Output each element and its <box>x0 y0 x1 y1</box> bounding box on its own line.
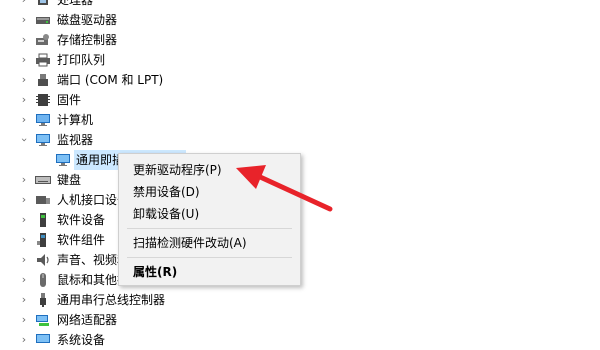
mouse-icon <box>40 273 46 287</box>
printer-icon <box>36 53 50 67</box>
chevron-right-icon[interactable]: › <box>18 34 30 46</box>
context-menu: 更新驱动程序(P) 禁用设备(D) 卸载设备(U) 扫描检测硬件改动(A) 属性… <box>118 153 301 286</box>
tree-item-label: 打印队列 <box>57 53 106 67</box>
usb-icon <box>40 293 46 307</box>
computer-icon <box>36 114 50 126</box>
chevron-right-icon[interactable]: › <box>18 94 30 106</box>
chevron-right-icon[interactable]: › <box>18 114 30 126</box>
chevron-right-icon[interactable]: › <box>18 254 30 266</box>
tree-item-system-devices[interactable]: › 系统设备 <box>0 330 340 350</box>
firmware-icon <box>36 94 50 106</box>
disk-drive-icon <box>36 17 50 24</box>
tree-item-label: 网络适配器 <box>57 313 118 327</box>
menu-item-update-driver[interactable]: 更新驱动程序(P) <box>119 159 300 181</box>
chevron-right-icon[interactable]: › <box>18 274 30 286</box>
network-adapter-icon <box>36 315 49 326</box>
tree-item-storage-controllers[interactable]: › 存储控制器 <box>0 30 340 50</box>
tree-item-ports[interactable]: › 端口 (COM 和 LPT) <box>0 70 340 90</box>
processor-icon <box>38 0 48 5</box>
tree-item-label: 软件组件 <box>57 233 106 247</box>
chevron-right-icon[interactable]: › <box>18 54 30 66</box>
chevron-right-icon[interactable]: › <box>18 214 30 226</box>
menu-item-uninstall-device[interactable]: 卸载设备(U) <box>119 203 300 225</box>
chevron-down-icon[interactable]: › <box>18 134 31 146</box>
tree-item-label: 键盘 <box>57 173 82 187</box>
audio-icon <box>37 254 49 266</box>
menu-item-scan-hardware[interactable]: 扫描检测硬件改动(A) <box>119 232 300 254</box>
chevron-right-icon[interactable]: › <box>18 294 30 306</box>
monitor-icon <box>36 134 50 146</box>
tree-item-label: 端口 (COM 和 LPT) <box>57 73 164 87</box>
tree-item-disk-drives[interactable]: › 磁盘驱动器 <box>0 10 340 30</box>
menu-separator <box>127 228 292 229</box>
software-component-icon <box>37 233 46 247</box>
chevron-right-icon[interactable]: › <box>18 174 30 186</box>
menu-item-label: 属性(R) <box>133 265 178 279</box>
chevron-right-icon[interactable]: › <box>18 314 30 326</box>
tree-item-processor[interactable]: › 处理器 <box>0 0 340 10</box>
chevron-right-icon[interactable]: › <box>18 334 30 346</box>
tree-item-label: 系统设备 <box>57 333 106 347</box>
menu-item-label: 禁用设备(D) <box>133 185 200 199</box>
tree-item-network-adapters[interactable]: › 网络适配器 <box>0 310 340 330</box>
tree-item-print-queues[interactable]: › 打印队列 <box>0 50 340 70</box>
menu-item-properties[interactable]: 属性(R) <box>119 261 300 283</box>
hid-icon <box>36 196 50 204</box>
port-icon <box>38 74 48 86</box>
menu-item-label: 卸载设备(U) <box>133 207 200 221</box>
chevron-right-icon[interactable]: › <box>18 14 30 26</box>
chevron-right-icon[interactable]: › <box>18 74 30 86</box>
menu-item-label: 更新驱动程序(P) <box>133 163 222 177</box>
menu-separator <box>127 257 292 258</box>
tree-item-usb[interactable]: › 通用串行总线控制器 <box>0 290 340 310</box>
storage-controller-icon <box>36 34 49 45</box>
tree-item-label: 软件设备 <box>57 213 106 227</box>
keyboard-icon <box>35 176 51 184</box>
tree-item-label: 固件 <box>57 93 82 107</box>
tree-item-monitors[interactable]: › 监视器 <box>0 130 340 150</box>
system-device-icon <box>36 334 50 343</box>
chevron-right-icon[interactable]: › <box>18 194 30 206</box>
tree-item-label: 处理器 <box>57 0 94 7</box>
tree-item-firmware[interactable]: › 固件 <box>0 90 340 110</box>
tree-item-computer[interactable]: › 计算机 <box>0 110 340 130</box>
menu-item-disable-device[interactable]: 禁用设备(D) <box>119 181 300 203</box>
tree-item-label: 存储控制器 <box>57 33 118 47</box>
software-device-icon <box>40 213 46 227</box>
tree-item-label: 计算机 <box>57 113 94 127</box>
monitor-icon <box>56 154 70 166</box>
tree-item-label: 磁盘驱动器 <box>57 13 118 27</box>
chevron-right-icon[interactable]: › <box>18 234 30 246</box>
menu-item-label: 扫描检测硬件改动(A) <box>133 236 247 250</box>
chevron-right-icon[interactable]: › <box>18 0 30 6</box>
tree-item-label: 监视器 <box>57 133 94 147</box>
tree-item-label: 通用串行总线控制器 <box>57 293 166 307</box>
